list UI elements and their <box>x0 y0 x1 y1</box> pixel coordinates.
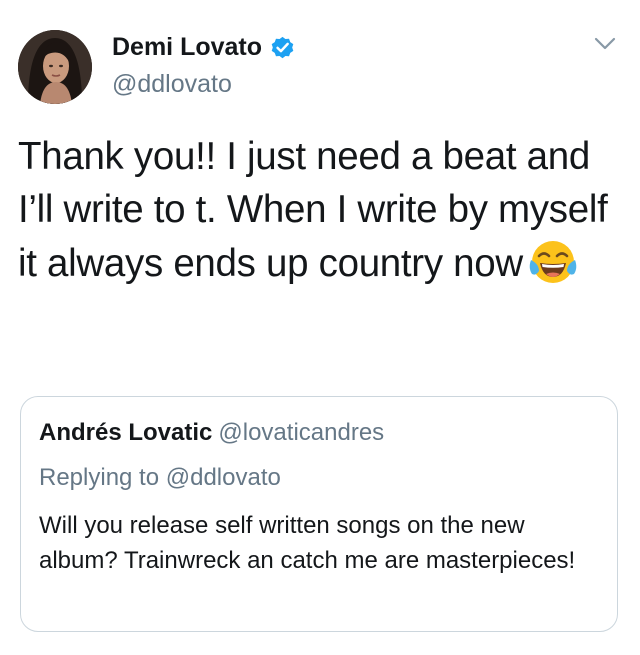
author-name-text: Demi Lovato <box>112 33 263 61</box>
avatar[interactable] <box>18 30 92 104</box>
quoted-tweet-header: Andrés Lovatic @lovaticandres <box>39 419 384 447</box>
tears-of-joy-emoji-icon <box>527 236 579 288</box>
quoted-author-handle: @lovaticandres <box>218 419 385 446</box>
quoted-author-name: Andrés Lovatic <box>39 419 213 446</box>
tweet: Demi Lovato @ddlovato Thank you!! I just… <box>0 0 640 655</box>
quoted-tweet-card[interactable]: Andrés Lovatic @lovaticandres Replying to… <box>20 396 618 632</box>
replying-to-label: Replying to @ddlovato <box>39 464 281 491</box>
author-handle[interactable]: @ddlovato <box>112 70 232 99</box>
tweet-text: Thank you!! I just need a beat and I’ll … <box>18 130 628 290</box>
chevron-down-icon[interactable] <box>594 36 616 52</box>
quoted-tweet-text: Will you release self written songs on t… <box>39 512 576 574</box>
author-name[interactable]: Demi Lovato <box>112 33 296 62</box>
tweet-text-body: Thank you!! I just need a beat and I’ll … <box>18 135 608 285</box>
verified-badge-icon <box>269 34 296 61</box>
